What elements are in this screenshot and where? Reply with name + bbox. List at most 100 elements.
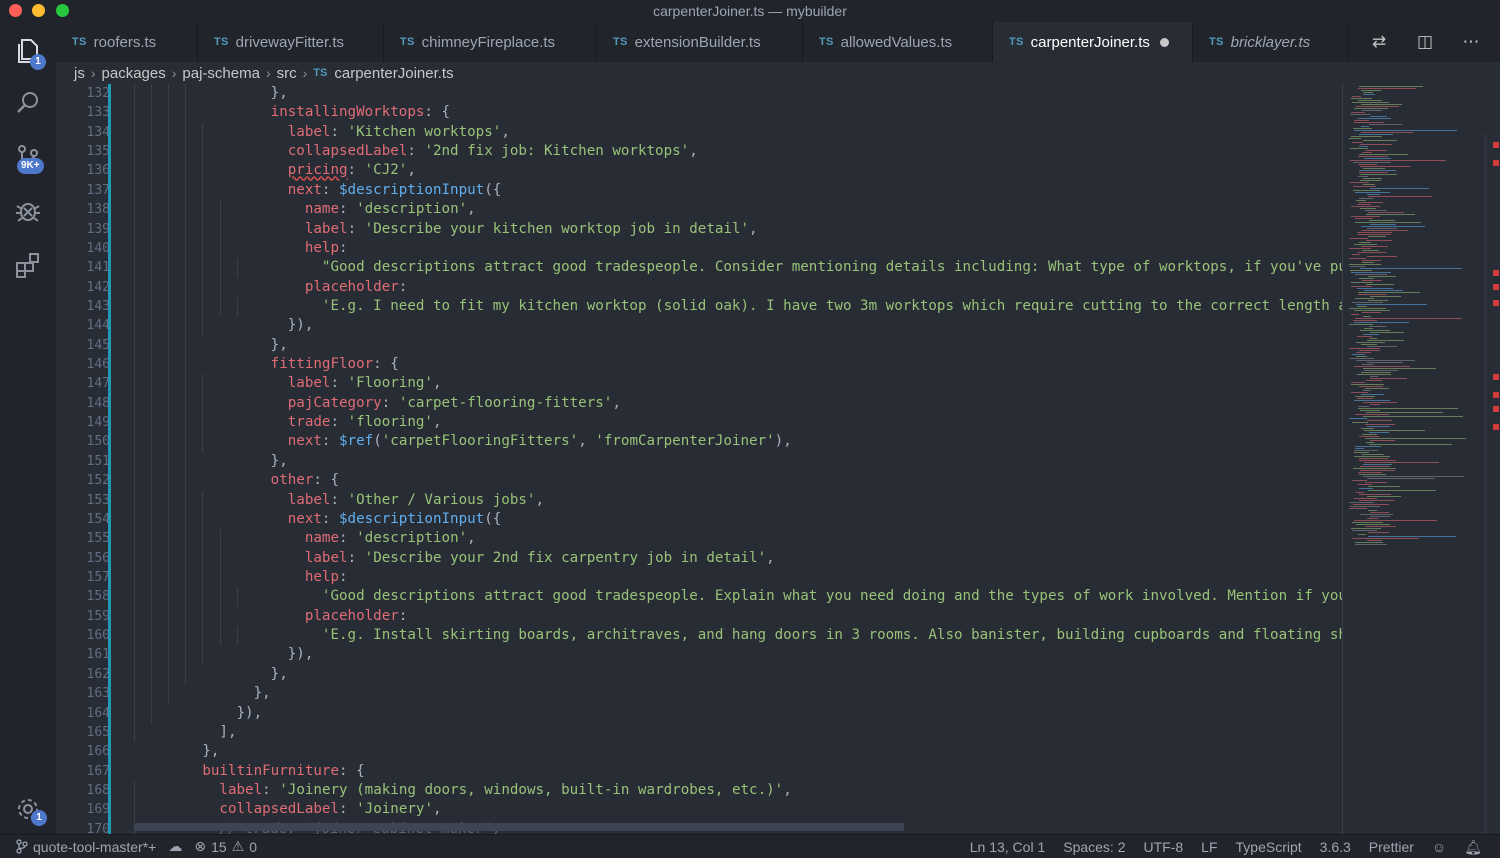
code-lines[interactable]: }, installingWorktops: { label: 'Kitchen…: [134, 84, 1344, 834]
code-line[interactable]: collapsedLabel: '2nd fix job: Kitchen wo…: [134, 142, 1344, 162]
error-marker[interactable]: [1493, 392, 1499, 398]
tab-extension-builder[interactable]: TS extensionBuilder.ts: [597, 22, 803, 62]
code-line[interactable]: }),: [134, 645, 1344, 665]
breadcrumb-item[interactable]: src: [277, 65, 297, 82]
code-line[interactable]: }),: [134, 703, 1344, 723]
minimap-line: [1358, 472, 1382, 473]
code-line[interactable]: ],: [134, 722, 1344, 743]
code-line[interactable]: },: [134, 684, 1344, 704]
sync-button[interactable]: ☁: [168, 838, 182, 855]
problems-indicator[interactable]: ⊗ 15 ⚠ 0: [194, 838, 257, 855]
code-line[interactable]: },: [134, 451, 1344, 472]
encoding[interactable]: UTF-8: [1144, 839, 1184, 855]
indentation[interactable]: Spaces: 2: [1063, 839, 1125, 855]
code-line[interactable]: next: $descriptionInput({: [134, 180, 1344, 201]
code-line[interactable]: label: 'Describe your 2nd fix carpentry …: [134, 548, 1344, 568]
code-editor[interactable]: 132 133 134 135 136 137 138 139 140 141 …: [56, 84, 1500, 834]
code-line[interactable]: help:: [134, 238, 1344, 259]
code-line[interactable]: collapsedLabel: 'Joinery',: [134, 800, 1344, 820]
code-line[interactable]: other: {: [134, 471, 1344, 491]
more-actions-icon[interactable]: ⋯: [1459, 32, 1483, 52]
tab-chimney-fireplace[interactable]: TS chimneyFireplace.ts: [384, 22, 597, 62]
code-token: label: [219, 781, 263, 798]
breadcrumb-item[interactable]: paj-schema: [182, 65, 260, 82]
code-line[interactable]: next: $descriptionInput({: [134, 509, 1344, 530]
feedback-icon[interactable]: ☺: [1432, 839, 1446, 855]
code-line[interactable]: label: 'Kitchen worktops',: [134, 122, 1344, 143]
error-marker[interactable]: [1493, 284, 1499, 290]
code-line[interactable]: placeholder:: [134, 277, 1344, 297]
code-line[interactable]: label: 'Other / Various jobs',: [134, 490, 1344, 510]
code-line[interactable]: builtinFurniture: {: [134, 762, 1344, 781]
code-line[interactable]: },: [134, 664, 1344, 685]
typescript-version[interactable]: 3.6.3: [1320, 839, 1351, 855]
code-line[interactable]: },: [134, 335, 1344, 356]
tab-label: chimneyFireplace.ts: [421, 33, 556, 51]
indent-guide: [134, 645, 135, 665]
debug-button[interactable]: [0, 186, 56, 236]
code-line[interactable]: }),: [134, 316, 1344, 336]
error-marker[interactable]: [1493, 300, 1499, 306]
breadcrumb-file[interactable]: carpenterJoiner.ts: [334, 65, 453, 82]
line-number: 168: [86, 782, 110, 798]
tab-roofers[interactable]: TS roofers.ts: [56, 22, 198, 62]
error-marker[interactable]: [1493, 406, 1499, 412]
minimap[interactable]: [1342, 84, 1482, 834]
code-line[interactable]: trade: 'flooring',: [134, 413, 1344, 433]
branch-indicator[interactable]: quote-tool-master*+: [16, 839, 156, 855]
indent-guide: [168, 626, 170, 646]
code-line[interactable]: },: [134, 742, 1344, 761]
line-number: 154: [86, 511, 110, 527]
code-line[interactable]: name: 'description',: [134, 529, 1344, 549]
unsaved-dot-icon[interactable]: [1159, 37, 1169, 47]
error-marker[interactable]: [1493, 270, 1499, 276]
code-line[interactable]: installingWorktops: {: [134, 103, 1344, 123]
prettier-status[interactable]: Prettier: [1369, 839, 1414, 855]
horizontal-scrollbar[interactable]: [134, 823, 904, 831]
notifications-bell-icon[interactable]: 🔔︎: [1464, 839, 1482, 856]
code-line[interactable]: 'E.g. I need to fit my kitchen worktop (…: [134, 296, 1344, 317]
compare-changes-icon[interactable]: ⇄: [1367, 32, 1391, 52]
language-mode[interactable]: TypeScript: [1236, 839, 1302, 855]
cursor-position[interactable]: Ln 13, Col 1: [970, 839, 1046, 855]
code-line[interactable]: "Good descriptions attract good tradespe…: [134, 258, 1344, 278]
indent-guide: [202, 490, 204, 510]
extensions-button[interactable]: [0, 240, 56, 290]
settings-button[interactable]: 1: [0, 784, 56, 834]
indent-guide: [134, 664, 135, 685]
split-editor-icon[interactable]: ◫: [1413, 32, 1437, 52]
code-line[interactable]: label: 'Flooring',: [134, 374, 1344, 394]
explorer-button[interactable]: 1: [0, 26, 56, 76]
tab-carpenter-joiner[interactable]: TS carpenterJoiner.ts: [993, 22, 1193, 62]
breadcrumb-item[interactable]: packages: [102, 65, 166, 82]
minimap-line: [1359, 494, 1391, 495]
code-line[interactable]: next: $ref('carpetFlooringFitters', 'fro…: [134, 432, 1344, 452]
tab-bricklayer[interactable]: TS bricklayer.ts: [1193, 22, 1348, 62]
vertical-scrollbar[interactable]: [1484, 134, 1487, 834]
code-line[interactable]: 'E.g. Install skirting boards, architrav…: [134, 626, 1344, 646]
end-of-line[interactable]: LF: [1201, 839, 1217, 855]
code-line[interactable]: fittingFloor: {: [134, 355, 1344, 375]
error-marker[interactable]: [1493, 424, 1499, 430]
search-button[interactable]: [0, 78, 56, 128]
code-line[interactable]: label: 'Joinery (making doors, windows, …: [134, 780, 1344, 801]
code-line[interactable]: help:: [134, 567, 1344, 588]
breadcrumb-item[interactable]: js: [74, 65, 85, 82]
code-line[interactable]: },: [134, 84, 1344, 104]
code-line[interactable]: label: 'Describe your kitchen worktop jo…: [134, 219, 1344, 239]
code-line[interactable]: placeholder:: [134, 606, 1344, 627]
code-line[interactable]: 'Good descriptions attract good tradespe…: [134, 587, 1344, 607]
indent-guide: [185, 200, 187, 220]
tab-allowed-values[interactable]: TS allowedValues.ts: [803, 22, 993, 62]
tab-driveway-fitter[interactable]: TS drivewayFitter.ts: [198, 22, 384, 62]
indent-guide: [202, 296, 204, 317]
error-marker[interactable]: [1493, 374, 1499, 380]
code-line[interactable]: pajCategory: 'carpet-flooring-fitters',: [134, 393, 1344, 414]
code-line[interactable]: name: 'description',: [134, 200, 1344, 220]
error-marker[interactable]: [1493, 142, 1499, 148]
error-marker[interactable]: [1493, 160, 1499, 166]
minimap-line: [1367, 228, 1397, 229]
source-control-button[interactable]: 9K+: [0, 132, 56, 182]
code-line[interactable]: pricing: 'CJ2',: [134, 161, 1344, 181]
minimap-line: [1355, 446, 1381, 447]
